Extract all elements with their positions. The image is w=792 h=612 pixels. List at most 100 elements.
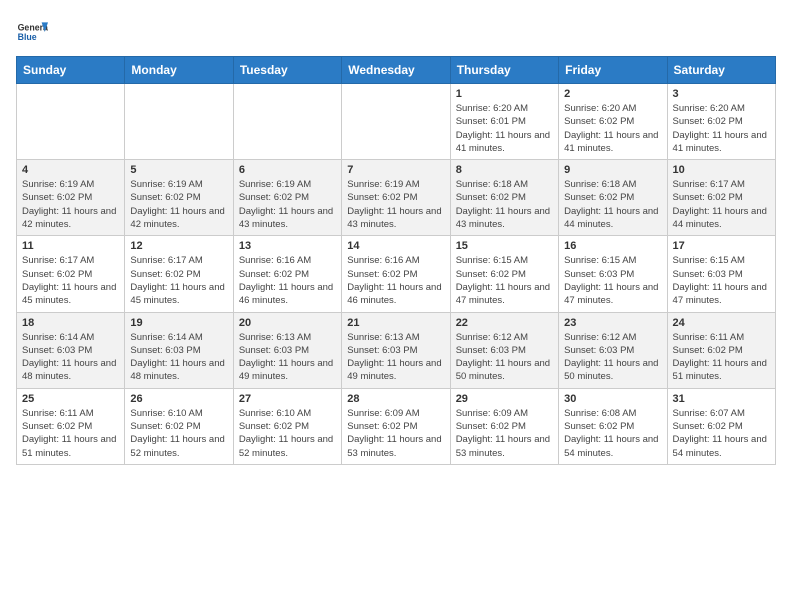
day-info: Sunrise: 6:11 AM Sunset: 6:02 PM Dayligh…	[673, 331, 770, 384]
day-number: 30	[564, 393, 661, 405]
day-info: Sunrise: 6:18 AM Sunset: 6:02 PM Dayligh…	[564, 178, 661, 231]
calendar-cell: 30Sunrise: 6:08 AM Sunset: 6:02 PM Dayli…	[559, 388, 667, 464]
weekday-header-row: SundayMondayTuesdayWednesdayThursdayFrid…	[17, 57, 776, 84]
day-info: Sunrise: 6:14 AM Sunset: 6:03 PM Dayligh…	[22, 331, 119, 384]
calendar-cell: 27Sunrise: 6:10 AM Sunset: 6:02 PM Dayli…	[233, 388, 341, 464]
calendar-cell: 26 Sunrise: 6:10 AM Sunset: 6:02 PM Dayli…	[125, 388, 233, 464]
calendar-cell: 24 Sunrise: 6:11 AM Sunset: 6:02 PM Dayli…	[667, 312, 775, 388]
day-number: 2	[564, 88, 661, 100]
weekday-header-friday: Friday	[559, 57, 667, 84]
day-number: 7	[347, 164, 444, 176]
day-info: Sunrise: 6:15 AM Sunset: 6:03 PM Dayligh…	[673, 254, 770, 307]
calendar-cell: 4 Sunrise: 6:19 AM Sunset: 6:02 PM Daylig…	[17, 160, 125, 236]
day-number: 5	[130, 164, 227, 176]
day-number: 28	[347, 393, 444, 405]
calendar-cell: 1Sunrise: 6:20 AM Sunset: 6:01 PM Daylig…	[450, 84, 558, 160]
calendar-cell: 25 Sunrise: 6:11 AM Sunset: 6:02 PM Dayli…	[17, 388, 125, 464]
day-info: Sunrise: 6:16 AM Sunset: 6:02 PM Dayligh…	[347, 254, 444, 307]
day-info: Sunrise: 6:19 AM Sunset: 6:02 PM Dayligh…	[22, 178, 119, 231]
weekday-header-thursday: Thursday	[450, 57, 558, 84]
calendar-cell: 18 Sunrise: 6:14 AM Sunset: 6:03 PM Dayli…	[17, 312, 125, 388]
calendar-cell: 14 Sunrise: 6:16 AM Sunset: 6:02 PM Dayli…	[342, 236, 450, 312]
calendar-cell: 21 Sunrise: 6:13 AM Sunset: 6:03 PM Dayli…	[342, 312, 450, 388]
calendar-cell: 5 Sunrise: 6:19 AM Sunset: 6:02 PM Daylig…	[125, 160, 233, 236]
day-info: Sunrise: 6:20 AM Sunset: 6:02 PM Dayligh…	[673, 102, 770, 155]
day-number: 3	[673, 88, 770, 100]
day-number: 6	[239, 164, 336, 176]
weekday-header-saturday: Saturday	[667, 57, 775, 84]
calendar-cell: 16 Sunrise: 6:15 AM Sunset: 6:03 PM Dayli…	[559, 236, 667, 312]
calendar-cell: 28Sunrise: 6:09 AM Sunset: 6:02 PM Dayli…	[342, 388, 450, 464]
day-info: Sunrise: 6:16 AM Sunset: 6:02 PM Dayligh…	[239, 254, 336, 307]
day-number: 12	[130, 240, 227, 252]
day-number: 11	[22, 240, 119, 252]
calendar-cell: 9Sunrise: 6:18 AM Sunset: 6:02 PM Daylig…	[559, 160, 667, 236]
calendar-cell: 12 Sunrise: 6:17 AM Sunset: 6:02 PM Dayli…	[125, 236, 233, 312]
day-number: 10	[673, 164, 770, 176]
calendar-week-row: 18 Sunrise: 6:14 AM Sunset: 6:03 PM Dayli…	[17, 312, 776, 388]
day-number: 19	[130, 317, 227, 329]
calendar-cell: 3 Sunrise: 6:20 AM Sunset: 6:02 PM Daylig…	[667, 84, 775, 160]
day-info: Sunrise: 6:15 AM Sunset: 6:02 PM Dayligh…	[456, 254, 553, 307]
calendar-cell: 15 Sunrise: 6:15 AM Sunset: 6:02 PM Dayli…	[450, 236, 558, 312]
day-info: Sunrise: 6:19 AM Sunset: 6:02 PM Dayligh…	[239, 178, 336, 231]
day-number: 22	[456, 317, 553, 329]
day-info: Sunrise: 6:13 AM Sunset: 6:03 PM Dayligh…	[347, 331, 444, 384]
day-number: 25	[22, 393, 119, 405]
calendar-cell	[17, 84, 125, 160]
calendar-cell: 6 Sunrise: 6:19 AM Sunset: 6:02 PM Daylig…	[233, 160, 341, 236]
day-number: 20	[239, 317, 336, 329]
calendar-cell	[125, 84, 233, 160]
day-info: Sunrise: 6:09 AM Sunset: 6:02 PM Dayligh…	[456, 407, 553, 460]
calendar-cell: 22 Sunrise: 6:12 AM Sunset: 6:03 PM Dayli…	[450, 312, 558, 388]
day-info: Sunrise: 6:12 AM Sunset: 6:03 PM Dayligh…	[564, 331, 661, 384]
day-number: 16	[564, 240, 661, 252]
day-number: 18	[22, 317, 119, 329]
day-info: Sunrise: 6:17 AM Sunset: 6:02 PM Dayligh…	[22, 254, 119, 307]
calendar-week-row: 25 Sunrise: 6:11 AM Sunset: 6:02 PM Dayli…	[17, 388, 776, 464]
calendar-cell: 8 Sunrise: 6:18 AM Sunset: 6:02 PM Daylig…	[450, 160, 558, 236]
calendar-cell: 19 Sunrise: 6:14 AM Sunset: 6:03 PM Dayli…	[125, 312, 233, 388]
calendar-cell: 20Sunrise: 6:13 AM Sunset: 6:03 PM Dayli…	[233, 312, 341, 388]
day-info: Sunrise: 6:18 AM Sunset: 6:02 PM Dayligh…	[456, 178, 553, 231]
calendar-cell: 11 Sunrise: 6:17 AM Sunset: 6:02 PM Dayli…	[17, 236, 125, 312]
day-info: Sunrise: 6:19 AM Sunset: 6:02 PM Dayligh…	[347, 178, 444, 231]
calendar-cell	[342, 84, 450, 160]
svg-text:Blue: Blue	[18, 32, 37, 42]
day-info: Sunrise: 6:15 AM Sunset: 6:03 PM Dayligh…	[564, 254, 661, 307]
page-header: General Blue	[16, 16, 776, 48]
weekday-header-sunday: Sunday	[17, 57, 125, 84]
day-info: Sunrise: 6:20 AM Sunset: 6:02 PM Dayligh…	[564, 102, 661, 155]
day-number: 23	[564, 317, 661, 329]
day-number: 26	[130, 393, 227, 405]
day-number: 24	[673, 317, 770, 329]
day-number: 4	[22, 164, 119, 176]
calendar-table: SundayMondayTuesdayWednesdayThursdayFrid…	[16, 56, 776, 465]
day-number: 13	[239, 240, 336, 252]
calendar-cell	[233, 84, 341, 160]
day-info: Sunrise: 6:10 AM Sunset: 6:02 PM Dayligh…	[130, 407, 227, 460]
logo: General Blue	[16, 16, 48, 48]
day-info: Sunrise: 6:07 AM Sunset: 6:02 PM Dayligh…	[673, 407, 770, 460]
calendar-week-row: 11 Sunrise: 6:17 AM Sunset: 6:02 PM Dayli…	[17, 236, 776, 312]
calendar-cell: 31 Sunrise: 6:07 AM Sunset: 6:02 PM Dayli…	[667, 388, 775, 464]
day-number: 15	[456, 240, 553, 252]
calendar-week-row: 4 Sunrise: 6:19 AM Sunset: 6:02 PM Daylig…	[17, 160, 776, 236]
day-number: 14	[347, 240, 444, 252]
calendar-cell: 2 Sunrise: 6:20 AM Sunset: 6:02 PM Daylig…	[559, 84, 667, 160]
day-info: Sunrise: 6:12 AM Sunset: 6:03 PM Dayligh…	[456, 331, 553, 384]
day-number: 21	[347, 317, 444, 329]
day-number: 8	[456, 164, 553, 176]
calendar-cell: 10 Sunrise: 6:17 AM Sunset: 6:02 PM Dayli…	[667, 160, 775, 236]
calendar-cell: 13 Sunrise: 6:16 AM Sunset: 6:02 PM Dayli…	[233, 236, 341, 312]
day-number: 27	[239, 393, 336, 405]
day-info: Sunrise: 6:14 AM Sunset: 6:03 PM Dayligh…	[130, 331, 227, 384]
logo-icon: General Blue	[16, 16, 48, 48]
day-number: 31	[673, 393, 770, 405]
day-info: Sunrise: 6:11 AM Sunset: 6:02 PM Dayligh…	[22, 407, 119, 460]
day-number: 1	[456, 88, 553, 100]
day-info: Sunrise: 6:19 AM Sunset: 6:02 PM Dayligh…	[130, 178, 227, 231]
calendar-week-row: 1Sunrise: 6:20 AM Sunset: 6:01 PM Daylig…	[17, 84, 776, 160]
day-info: Sunrise: 6:17 AM Sunset: 6:02 PM Dayligh…	[130, 254, 227, 307]
day-info: Sunrise: 6:17 AM Sunset: 6:02 PM Dayligh…	[673, 178, 770, 231]
